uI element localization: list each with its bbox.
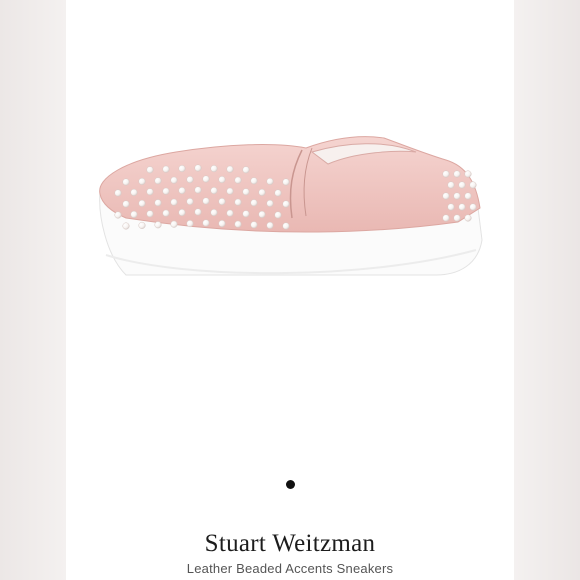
- pearl-bead: [282, 178, 290, 186]
- pearl-bead: [234, 198, 242, 206]
- product-image[interactable]: [66, 90, 514, 350]
- pearl-bead: [242, 188, 250, 196]
- pearl-bead: [250, 177, 258, 185]
- pearl-bead: [442, 214, 450, 222]
- pearl-bead: [162, 209, 170, 217]
- pearl-bead: [226, 165, 234, 173]
- pearl-bead: [170, 220, 178, 228]
- pearl-bead: [186, 176, 194, 184]
- background-panel-right: [514, 0, 580, 580]
- pearl-bead: [202, 175, 210, 183]
- pearl-bead: [194, 164, 202, 172]
- pearl-bead: [122, 222, 130, 230]
- pearl-bead: [178, 165, 186, 173]
- pearl-bead: [170, 176, 178, 184]
- pearl-bead: [226, 209, 234, 217]
- pearl-bead: [210, 165, 218, 173]
- pearl-bead: [210, 209, 218, 217]
- pearl-bead: [226, 187, 234, 195]
- brand-name[interactable]: Stuart Weitzman: [66, 530, 514, 558]
- pearl-bead: [202, 219, 210, 227]
- pearl-bead: [234, 176, 242, 184]
- listing-frame: Stuart Weitzman Leather Beaded Accents S…: [0, 0, 580, 580]
- pearl-bead: [218, 176, 226, 184]
- pearl-bead: [464, 170, 472, 178]
- pearl-bead: [242, 210, 250, 218]
- pearl-bead: [146, 210, 154, 218]
- pearl-bead: [154, 177, 162, 185]
- background-panel-left: [0, 0, 66, 580]
- pearl-bead: [469, 203, 477, 211]
- pearl-bead: [178, 209, 186, 217]
- pearl-bead: [464, 214, 472, 222]
- pearl-bead: [154, 199, 162, 207]
- pearl-bead: [242, 166, 250, 174]
- pearl-bead: [464, 192, 472, 200]
- pearl-bead: [218, 198, 226, 206]
- pearl-bead: [194, 186, 202, 194]
- pearl-bead: [146, 166, 154, 174]
- pearl-bead: [178, 187, 186, 195]
- pearl-bead: [162, 165, 170, 173]
- pearl-bead: [469, 181, 477, 189]
- pearl-bead: [442, 192, 450, 200]
- pearl-bead: [218, 220, 226, 228]
- pearl-bead: [122, 178, 130, 186]
- pearl-bead: [458, 203, 466, 211]
- pearl-bead: [258, 188, 266, 196]
- pearl-bead: [130, 188, 138, 196]
- pearl-bead: [447, 203, 455, 211]
- pearl-bead: [266, 199, 274, 207]
- pearl-bead: [453, 170, 461, 178]
- pearl-bead: [250, 221, 258, 229]
- pearl-bead: [186, 198, 194, 206]
- pearl-bead: [453, 192, 461, 200]
- pearl-bead: [114, 211, 122, 219]
- pearl-bead: [194, 208, 202, 216]
- pearl-bead: [266, 221, 274, 229]
- pearl-bead: [162, 187, 170, 195]
- pearl-bead: [250, 199, 258, 207]
- pearl-bead: [258, 210, 266, 218]
- pearl-bead: [266, 177, 274, 185]
- pearl-bead: [282, 222, 290, 230]
- pearl-bead: [138, 221, 146, 229]
- pearl-bead: [453, 214, 461, 222]
- pearl-bead: [442, 170, 450, 178]
- pearl-bead: [447, 181, 455, 189]
- pearl-bead: [234, 220, 242, 228]
- pearl-bead: [274, 211, 282, 219]
- pearl-bead: [154, 221, 162, 229]
- pearl-bead: [170, 198, 178, 206]
- pearl-bead: [202, 197, 210, 205]
- pearl-bead: [282, 200, 290, 208]
- pearl-bead: [138, 177, 146, 185]
- pearl-bead: [210, 187, 218, 195]
- product-card[interactable]: Stuart Weitzman Leather Beaded Accents S…: [66, 0, 514, 580]
- pearl-bead: [130, 210, 138, 218]
- pearl-bead: [114, 189, 122, 197]
- carousel-dot-active[interactable]: [286, 480, 295, 489]
- product-title[interactable]: Leather Beaded Accents Sneakers: [66, 561, 514, 576]
- pearl-bead: [146, 188, 154, 196]
- pearl-bead: [186, 220, 194, 228]
- pearl-bead: [274, 189, 282, 197]
- pearl-bead: [138, 199, 146, 207]
- pearl-bead: [458, 181, 466, 189]
- pearl-bead: [122, 200, 130, 208]
